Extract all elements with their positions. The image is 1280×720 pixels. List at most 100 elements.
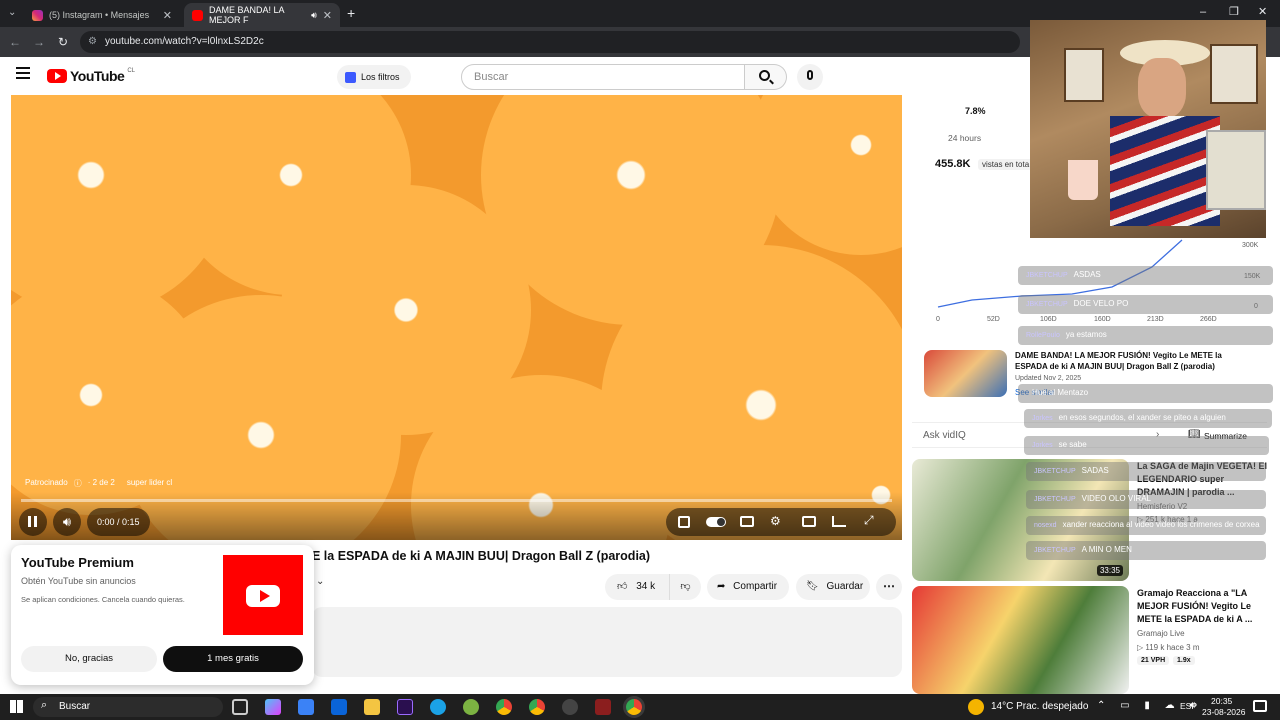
progress-bar[interactable] <box>21 499 892 502</box>
settings-icon[interactable]: ⚙ <box>770 514 781 528</box>
windows-start-icon[interactable] <box>10 700 23 713</box>
info-icon[interactable]: ⓘ <box>74 478 82 489</box>
search-input[interactable]: Buscar <box>461 64 745 90</box>
outlook-icon[interactable] <box>331 699 347 715</box>
poster-image <box>1064 48 1104 102</box>
views-total: 455.8K <box>935 158 971 170</box>
save-button[interactable]: 🔖︎ Guardar <box>796 574 870 600</box>
volume-button[interactable]: 🔊︎ <box>53 508 81 536</box>
chat-message: RollePoulo ya estamos <box>1018 326 1273 345</box>
premiere-icon[interactable] <box>397 699 413 715</box>
close-tab-icon[interactable]: ✕ <box>323 9 332 22</box>
monitor-image <box>1206 130 1266 210</box>
drink-glass <box>1068 160 1098 200</box>
ad-count: · 2 de 2 <box>87 478 115 487</box>
recommendation-title[interactable]: Gramajo Reacciona a "LA MEJOR FUSIÓN! Ve… <box>1137 587 1272 626</box>
app-icon[interactable] <box>595 699 611 715</box>
new-tab-button[interactable]: + <box>347 5 355 21</box>
notifications-icon[interactable] <box>1253 700 1267 712</box>
chat-message: Jorkes se sabe <box>1024 436 1269 455</box>
autoplay-toggle[interactable] <box>706 517 726 527</box>
app-icon[interactable] <box>463 699 479 715</box>
clock-time[interactable]: 20:35 <box>1211 696 1232 706</box>
chat-username: Jorkes <box>1032 442 1053 449</box>
site-info-icon[interactable]: ⚙ <box>88 31 97 53</box>
recommendation-thumbnail[interactable] <box>912 586 1129 694</box>
chart-x-tick: 160D <box>1094 316 1111 323</box>
tab-label: (5) Instagram • Mensajes <box>49 10 150 20</box>
related-thumbnail[interactable] <box>924 350 1007 397</box>
chrome-icon[interactable] <box>626 699 642 715</box>
more-actions-button[interactable]: ⋯ <box>876 574 902 600</box>
chat-text: xander reacciona al video video los crim… <box>1062 520 1260 529</box>
chat-message: Jorkes en esos segundos, el xander se pit… <box>1024 409 1272 428</box>
chat-username: JBKETCHUP <box>1026 301 1068 308</box>
advertiser-link[interactable]: super lider cl <box>127 478 172 489</box>
description-chevron-icon[interactable]: ⌄ <box>316 576 332 596</box>
chat-message: JBKETCHUP ASDAS <box>1018 266 1273 285</box>
share-button[interactable]: ➦ Compartir <box>707 574 789 600</box>
reload-icon[interactable]: ↻ <box>54 33 72 51</box>
task-view-icon[interactable] <box>232 699 248 715</box>
search-button[interactable] <box>745 64 787 90</box>
stats-period: 24 hours <box>948 133 982 143</box>
chart-x-tick: 266D <box>1200 316 1217 323</box>
chat-username: nosexd <box>1034 522 1057 529</box>
weather-text[interactable]: 14°C Prac. despejado <box>991 701 1088 712</box>
chat-message: JBKETCHUP VIDEO OLO VIRAL <box>1026 490 1266 509</box>
menu-icon[interactable] <box>16 67 30 79</box>
chat-username: JBKETCHUP <box>1034 468 1076 475</box>
language-indicator[interactable]: ESP <box>1180 701 1197 711</box>
miniplayer-icon[interactable] <box>802 516 816 527</box>
back-icon[interactable]: ← <box>6 33 24 51</box>
chat-username: JBKETCHUP <box>1026 272 1068 279</box>
vidiq-icon <box>345 72 356 83</box>
youtube-logo[interactable]: YouTube CL <box>47 68 135 84</box>
fullscreen-icon[interactable]: ⤢ <box>864 513 874 528</box>
minimize-window-icon[interactable]: – <box>1200 6 1206 18</box>
tab-list-chevron-icon[interactable]: ⌄ <box>8 7 16 18</box>
speaker-icon[interactable]: 🔊︎ <box>311 10 317 21</box>
video-player[interactable]: Patrocinado ⓘ · 2 de 2 super lider cl 🔊︎… <box>11 95 902 540</box>
restore-window-icon[interactable]: ❐ <box>1229 5 1239 18</box>
clock-date[interactable]: 23-08-2026 <box>1202 707 1245 717</box>
captions-icon[interactable] <box>740 516 754 527</box>
chat-message: JBKETCHUP SADAS <box>1026 462 1266 481</box>
dislike-button[interactable]: 👎︎ <box>669 574 701 600</box>
forward-icon[interactable]: → <box>30 33 48 51</box>
vidiq-icon[interactable] <box>678 516 690 528</box>
chrome-icon[interactable] <box>529 699 545 715</box>
like-button[interactable]: 👍︎ 34 k <box>605 574 669 600</box>
cast-icon[interactable] <box>832 516 846 527</box>
weather-icon[interactable] <box>968 699 984 715</box>
recommendation-channel[interactable]: Gramajo Live <box>1137 629 1185 638</box>
edge-icon[interactable] <box>430 699 446 715</box>
pause-button[interactable] <box>19 508 47 536</box>
close-window-icon[interactable]: ✕ <box>1258 5 1267 18</box>
tab-instagram[interactable]: (5) Instagram • Mensajes ✕ <box>24 3 180 27</box>
tab-youtube[interactable]: DAME BANDA! LA MEJOR F 🔊︎ ✕ <box>184 3 340 27</box>
url-field[interactable]: ⚙ youtube.com/watch?v=l0lnxLS2D2c <box>80 31 1020 53</box>
close-tab-icon[interactable]: ✕ <box>163 9 172 22</box>
filters-button[interactable]: Los filtros <box>337 65 411 89</box>
accept-button[interactable]: 1 mes gratis <box>163 646 303 672</box>
chrome-icon[interactable] <box>496 699 512 715</box>
volume-icon: 🔊︎ <box>62 514 72 529</box>
chart-x-tick: 106D <box>1040 316 1057 323</box>
store-icon[interactable] <box>298 699 314 715</box>
voice-search-button[interactable] <box>797 64 823 90</box>
poster-image <box>1210 44 1258 104</box>
chat-text: A MIN O MEN <box>1081 545 1132 554</box>
premium-terms: Se aplican condiciones. Cancela cuando q… <box>21 595 185 604</box>
taskbar-search[interactable]: ⌕ Buscar <box>33 697 223 717</box>
bookmark-icon: 🔖︎ <box>806 581 819 592</box>
decline-button[interactable]: No, gracias <box>21 646 157 672</box>
related-title[interactable]: DAME BANDA! LA MEJOR FUSIÓN! Vegito Le M… <box>1015 350 1230 372</box>
file-explorer-icon[interactable] <box>364 699 380 715</box>
copilot-icon[interactable] <box>265 699 281 715</box>
right-controls: ⚙ ⤢ <box>666 508 896 536</box>
obs-icon[interactable] <box>562 699 578 715</box>
chat-username: Jorkes <box>1032 415 1053 422</box>
description-box[interactable] <box>312 607 902 677</box>
ask-label: Ask vidIQ <box>923 430 966 441</box>
